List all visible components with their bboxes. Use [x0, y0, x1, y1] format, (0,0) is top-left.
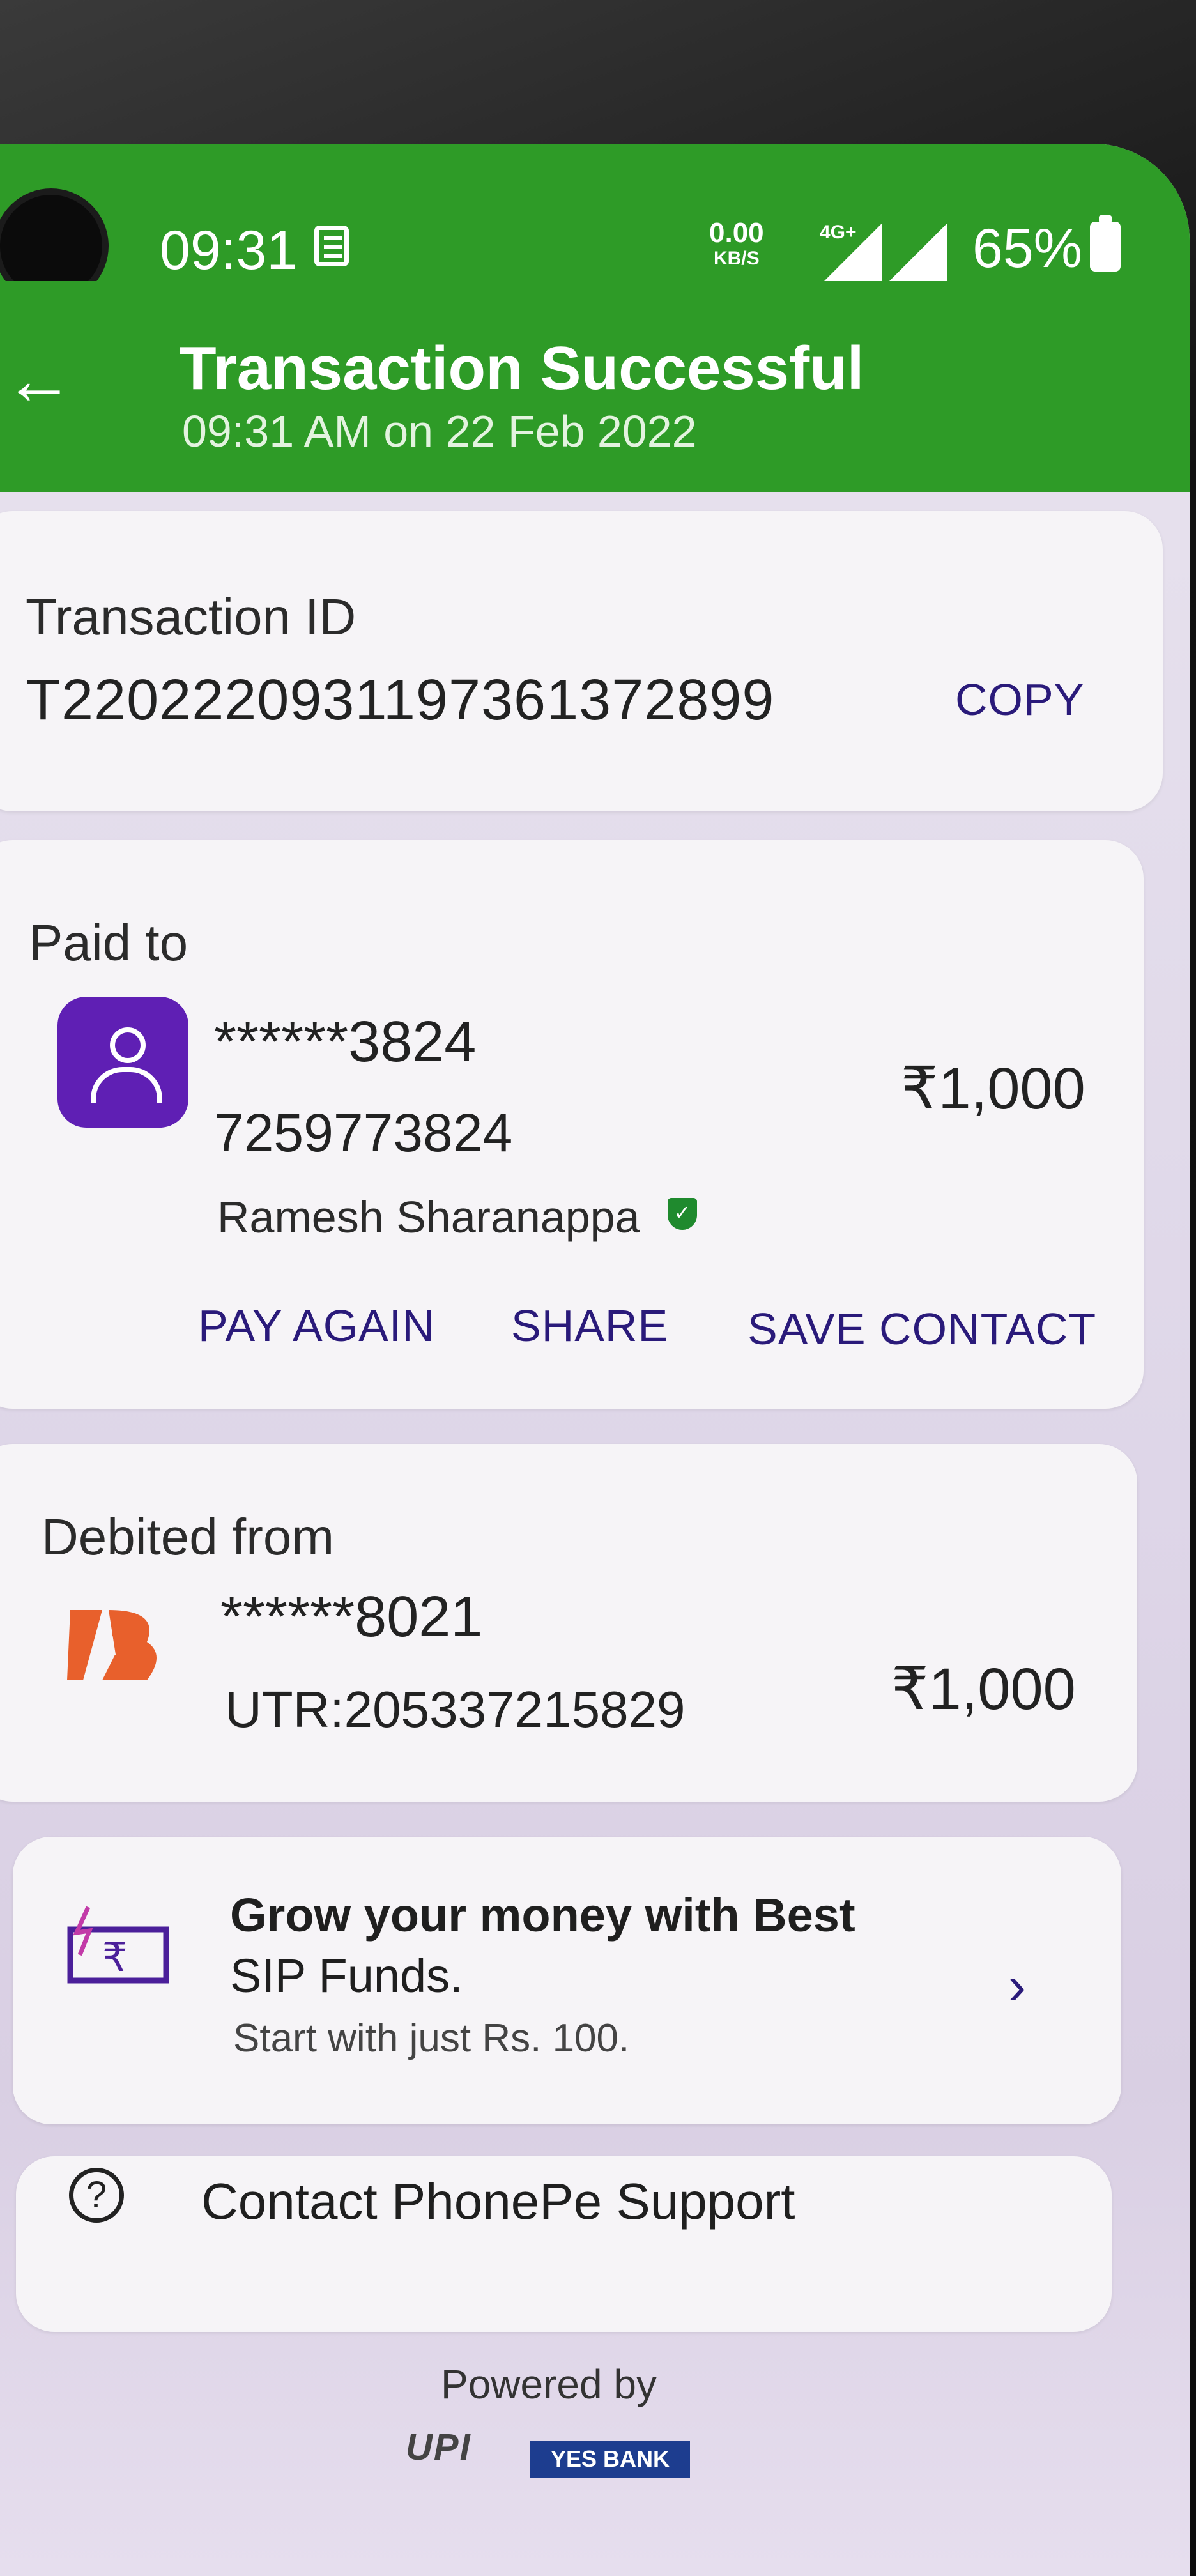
- transaction-datetime: 09:31 AM on 22 Feb 2022: [182, 406, 697, 456]
- transaction-id-card: [0, 511, 1163, 811]
- yes-bank-logo: YES BANK: [530, 2441, 690, 2478]
- upi-logo: UPI: [406, 2426, 471, 2468]
- copy-button[interactable]: COPY: [955, 674, 1084, 725]
- page-title: Transaction Successful: [179, 334, 864, 402]
- transaction-id-value: T2202220931197361372899: [26, 668, 775, 732]
- debited-from-label: Debited from: [42, 1508, 334, 1565]
- back-arrow-icon[interactable]: ←: [4, 345, 74, 415]
- promo-title-line1: Grow your money with Best: [230, 1889, 855, 1942]
- powered-by-label: Powered by: [441, 2361, 657, 2407]
- battery-icon: [1090, 215, 1121, 272]
- question-circle-icon: ?: [69, 2168, 124, 2223]
- svg-text:₹: ₹: [102, 1934, 127, 1981]
- payee-name: Ramesh Sharanappa: [217, 1192, 640, 1242]
- notification-icon: [314, 226, 349, 266]
- save-contact-button[interactable]: SAVE CONTACT: [747, 1303, 1096, 1354]
- pay-again-button[interactable]: PAY AGAIN: [198, 1300, 435, 1351]
- sip-promo-card[interactable]: [13, 1837, 1121, 2124]
- net-speed-unit: KB/S: [713, 248, 760, 269]
- debited-amount: ₹1,000: [891, 1657, 1076, 1722]
- signal-icon-2: [889, 224, 947, 281]
- app-header: ← Transaction Successful 09:31 AM on 22 …: [0, 281, 1190, 492]
- debited-from-card: [0, 1444, 1137, 1802]
- shield-check-icon: ✓: [668, 1198, 697, 1230]
- debit-masked-account: ******8021: [220, 1585, 483, 1649]
- paid-to-label: Paid to: [29, 914, 188, 971]
- promo-subtitle: Start with just Rs. 100.: [233, 2016, 630, 2060]
- person-icon: [57, 997, 188, 1128]
- battery-percent: 65%: [972, 218, 1083, 279]
- utr-number: UTR:205337215829: [225, 1681, 686, 1738]
- contact-support-link[interactable]: Contact PhonePe Support: [201, 2172, 795, 2231]
- bank-of-baroda-logo: [67, 1610, 157, 1680]
- rupee-wallet-icon: ₹: [67, 1906, 169, 1984]
- payee-phone: 7259773824: [214, 1103, 513, 1163]
- signal-icon: [824, 224, 882, 281]
- net-speed-value: 0.00: [709, 217, 764, 249]
- status-bar: 09:31 0.00 KB/S 4G+ 65%: [0, 144, 1190, 303]
- share-button[interactable]: SHARE: [511, 1300, 668, 1351]
- paid-amount: ₹1,000: [901, 1056, 1085, 1121]
- net-speed: 0.00 KB/S: [709, 217, 764, 272]
- transaction-id-label: Transaction ID: [26, 588, 356, 645]
- status-time: 09:31: [160, 220, 298, 281]
- promo-title-line2: SIP Funds.: [230, 1949, 463, 2002]
- phone-screen: 09:31 0.00 KB/S 4G+ 65% ← Transaction Su…: [0, 144, 1190, 2576]
- chevron-right-icon[interactable]: ›: [1008, 1955, 1026, 2017]
- payee-masked-account: ******3824: [214, 1010, 477, 1074]
